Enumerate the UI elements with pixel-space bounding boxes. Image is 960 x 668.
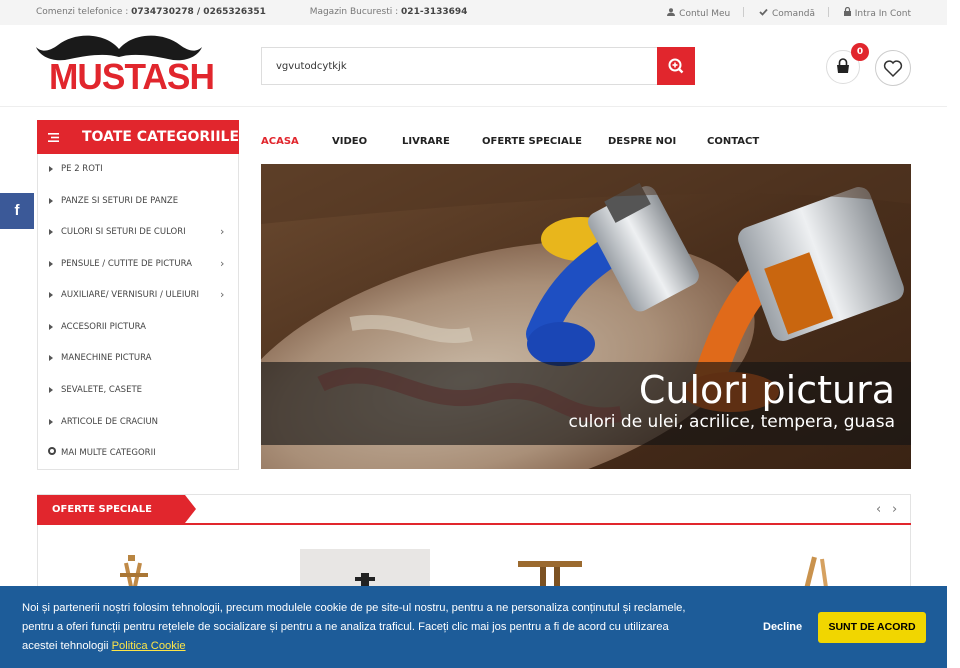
account-link-label: Contul Meu bbox=[679, 9, 731, 19]
category-item[interactable]: AUXILIARE/ VERNISURI / ULEIURI › bbox=[38, 280, 238, 311]
header: MUSTASH 0 bbox=[0, 25, 947, 107]
product-image[interactable] bbox=[110, 549, 160, 589]
facebook-button[interactable]: f bbox=[0, 193, 34, 229]
more-categories-link[interactable]: MAI MULTE CATEGORII bbox=[38, 438, 238, 469]
search-box bbox=[261, 47, 695, 85]
menu-item-acasa[interactable]: ACASA bbox=[261, 136, 299, 147]
caret-right-icon bbox=[49, 198, 53, 204]
store-phone: 021-3133694 bbox=[401, 7, 468, 17]
page: Comenzi telefonice : 0734730278 / 026532… bbox=[0, 0, 960, 668]
chevron-right-icon: › bbox=[220, 288, 225, 301]
heart-icon bbox=[883, 60, 903, 78]
search-plus-icon bbox=[668, 58, 684, 74]
store-label: Magazin Bucuresti : bbox=[309, 7, 399, 17]
cart-button[interactable]: 0 bbox=[826, 43, 869, 84]
check-icon bbox=[759, 8, 768, 19]
categories-title: TOATE CATEGORIILE bbox=[82, 129, 240, 145]
phone-numbers: 0734730278 / 0265326351 bbox=[131, 7, 266, 17]
wishlist-button[interactable] bbox=[875, 50, 911, 86]
menu-item-video[interactable]: VIDEO bbox=[332, 136, 367, 147]
category-label: PE 2 ROTI bbox=[61, 164, 103, 174]
menu-item-oferte-speciale[interactable]: OFERTE SPECIALE bbox=[482, 136, 582, 147]
chevron-right-icon: › bbox=[220, 225, 225, 238]
caret-right-icon bbox=[49, 166, 53, 172]
category-item[interactable]: PENSULE / CUTITE DE PICTURA › bbox=[38, 249, 238, 280]
account-links: Contul Meu Comandă Intra In Cont bbox=[661, 6, 911, 19]
category-item[interactable]: PE 2 ROTI bbox=[38, 154, 238, 185]
caret-right-icon bbox=[49, 419, 53, 425]
cookie-message: Noi și partenerii noștri folosim tehnolo… bbox=[22, 599, 742, 656]
cookie-policy-link[interactable]: Politica Cookie bbox=[112, 640, 186, 652]
special-offers-section: OFERTE SPECIALE ‹ › bbox=[37, 494, 911, 594]
category-item[interactable]: ARTICOLE DE CRACIUN bbox=[38, 407, 238, 438]
categories-header[interactable]: TOATE CATEGORIILE bbox=[37, 120, 239, 154]
menu-item-contact[interactable]: CONTACT bbox=[707, 136, 759, 147]
product-image[interactable] bbox=[516, 549, 586, 589]
carousel-prev-button[interactable]: ‹ bbox=[876, 502, 881, 517]
categories-list: PE 2 ROTI PANZE SI SETURI DE PANZE CULOR… bbox=[37, 154, 239, 470]
category-label: CULORI SI SETURI DE CULORI bbox=[61, 227, 186, 237]
cookie-text-line-2: pentru a oferi funcții pentru rețelele d… bbox=[22, 621, 669, 633]
product-image[interactable] bbox=[300, 549, 430, 589]
category-label: PENSULE / CUTITE DE PICTURA bbox=[61, 259, 192, 269]
category-label: ARTICOLE DE CRACIUN bbox=[61, 417, 159, 427]
category-label: PANZE SI SETURI DE PANZE bbox=[61, 196, 179, 206]
caret-right-icon bbox=[49, 261, 53, 267]
search-input[interactable] bbox=[262, 48, 658, 84]
category-item[interactable]: PANZE SI SETURI DE PANZE bbox=[38, 186, 238, 217]
caret-right-icon bbox=[49, 387, 53, 393]
contact-info: Comenzi telefonice : 0734730278 / 026532… bbox=[36, 7, 467, 17]
decline-button[interactable]: Decline bbox=[763, 621, 802, 633]
special-offers-title: OFERTE SPECIALE bbox=[52, 504, 152, 515]
order-link[interactable]: Comandă bbox=[759, 8, 815, 19]
lock-icon bbox=[843, 6, 851, 19]
phone-label: Comenzi telefonice : bbox=[36, 7, 129, 17]
account-link[interactable]: Contul Meu bbox=[667, 8, 730, 19]
cookie-text-line-1: Noi și partenerii noștri folosim tehnolo… bbox=[22, 602, 686, 614]
category-label: SEVALETE, CASETE bbox=[61, 385, 143, 395]
menu-item-despre-noi[interactable]: DESPRE NOI bbox=[608, 136, 676, 147]
caret-right-icon bbox=[49, 229, 53, 235]
caret-right-icon bbox=[49, 355, 53, 361]
caret-right-icon bbox=[49, 324, 53, 330]
product-image[interactable] bbox=[796, 549, 836, 589]
search-button[interactable] bbox=[657, 47, 695, 85]
category-item[interactable]: CULORI SI SETURI DE CULORI › bbox=[38, 217, 238, 248]
menu-icon bbox=[48, 133, 59, 142]
cart-count-badge: 0 bbox=[851, 43, 869, 61]
section-tag: OFERTE SPECIALE bbox=[37, 495, 196, 524]
accept-cookies-button[interactable]: SUNT DE ACORD bbox=[818, 612, 926, 643]
banner-title: Culori pictura bbox=[638, 368, 895, 412]
logo[interactable]: MUSTASH bbox=[36, 35, 215, 97]
category-label: ACCESORII PICTURA bbox=[61, 322, 146, 332]
user-icon bbox=[667, 8, 676, 19]
facebook-icon: f bbox=[14, 202, 20, 219]
login-link[interactable]: Intra In Cont bbox=[843, 6, 911, 19]
caret-right-icon bbox=[49, 292, 53, 298]
menu-item-livrare[interactable]: LIVRARE bbox=[402, 136, 450, 147]
carousel-next-button[interactable]: › bbox=[892, 502, 897, 517]
login-link-label: Intra In Cont bbox=[854, 9, 911, 19]
category-item[interactable]: ACCESORII PICTURA bbox=[38, 312, 238, 343]
hero-banner[interactable]: Culori pictura culori de ulei, acrilice,… bbox=[261, 164, 911, 469]
category-label: AUXILIARE/ VERNISURI / ULEIURI bbox=[61, 290, 199, 300]
more-categories-label: MAI MULTE CATEGORII bbox=[61, 448, 156, 458]
top-bar: Comenzi telefonice : 0734730278 / 026532… bbox=[0, 0, 947, 25]
category-item[interactable]: MANECHINE PICTURA bbox=[38, 343, 238, 374]
cookie-consent-bar: Noi și partenerii noștri folosim tehnolo… bbox=[0, 586, 947, 668]
logo-text: MUSTASH bbox=[49, 56, 215, 97]
banner-subtitle: culori de ulei, acrilice, tempera, guasa bbox=[568, 412, 895, 432]
order-link-label: Comandă bbox=[772, 9, 816, 19]
cookie-text-line-3: acestei tehnologii bbox=[22, 640, 109, 652]
chevron-right-icon: › bbox=[220, 257, 225, 270]
circle-icon bbox=[48, 447, 56, 455]
category-item[interactable]: SEVALETE, CASETE bbox=[38, 375, 238, 406]
category-label: MANECHINE PICTURA bbox=[61, 353, 152, 363]
